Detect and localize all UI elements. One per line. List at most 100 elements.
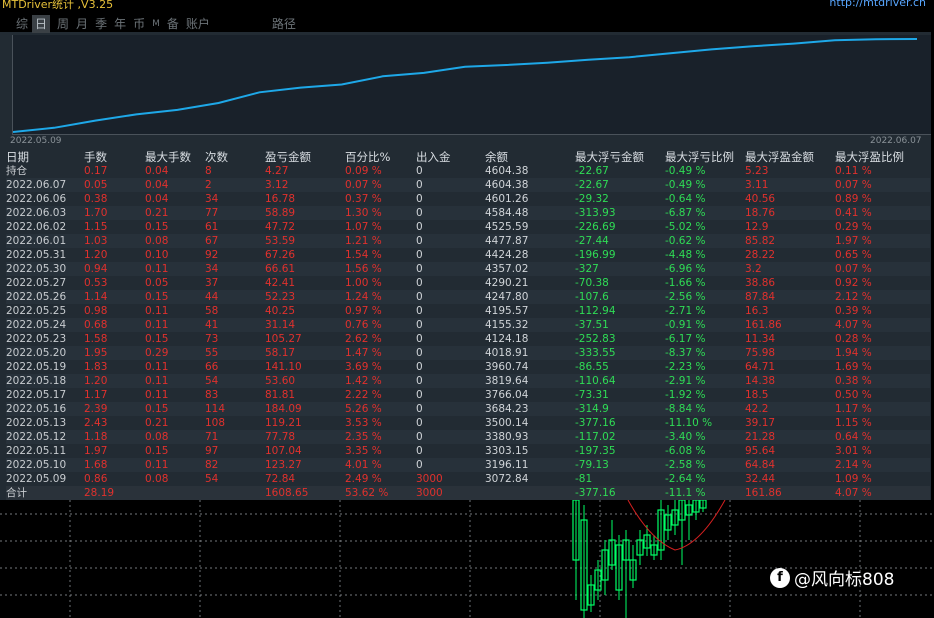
table-cell: 3500.14 <box>485 417 529 429</box>
table-cell: 2 <box>205 179 212 191</box>
table-cell: -107.6 <box>575 291 609 303</box>
table-cell: 114 <box>205 403 226 415</box>
table-cell: 0.15 <box>145 445 169 457</box>
table-cell: 77.78 <box>265 431 296 443</box>
table-cell: 53.60 <box>265 375 296 387</box>
table-cell: 2022.06.03 <box>6 207 67 219</box>
table-cell: 持仓 <box>6 165 27 177</box>
column-header: 最大浮亏比例 <box>665 150 734 164</box>
table-cell: -70.38 <box>575 277 609 289</box>
table-cell: 1.20 <box>84 249 108 261</box>
table-cell: 4604.38 <box>485 179 529 191</box>
tab-0[interactable]: 综 <box>16 15 28 33</box>
table-cell: 11.34 <box>745 333 776 345</box>
table-cell: 1.09 % <box>835 473 872 485</box>
table-cell: 16.3 <box>745 305 769 317</box>
table-cell: 0.08 <box>145 235 169 247</box>
tab-4[interactable]: 季 <box>95 15 107 33</box>
table-row: 2022.05.17 1.17 0.11 83 81.81 2.22 % 0 3766.04 -… <box>6 388 930 402</box>
column-header: 手数 <box>84 150 107 164</box>
table-row: 2022.05.27 0.53 0.05 37 42.41 1.00 % 0 4290.21 -… <box>6 276 930 290</box>
table-row: 持仓 0.17 0.04 8 4.27 0.09 % 0 4604.38 -22.67 -0.49… <box>6 164 930 178</box>
app-title: MTDriver统计 ,V3.25 <box>2 0 114 11</box>
table-cell: 2022.05.26 <box>6 291 67 303</box>
table-cell: 3072.84 <box>485 473 529 485</box>
table-cell: -112.94 <box>575 305 616 317</box>
table-cell: -226.69 <box>575 221 616 233</box>
table-cell: 0 <box>416 291 423 303</box>
watermark: f @风向标808 <box>770 565 894 590</box>
table-cell: 53.59 <box>265 235 296 247</box>
table-cell: -377.16 <box>575 417 616 429</box>
table-cell: 81.81 <box>265 389 296 401</box>
tab-path[interactable]: 路径 <box>272 15 296 33</box>
equity-curve-plot <box>12 35 931 135</box>
tab-1[interactable]: 日 <box>32 15 51 33</box>
table-cell: 18.5 <box>745 389 769 401</box>
table-cell: 1.03 <box>84 235 108 247</box>
tab-2[interactable]: 周 <box>57 15 69 33</box>
table-cell: 0.64 % <box>835 431 872 443</box>
table-cell: 108 <box>205 417 226 429</box>
table-cell: 1.17 <box>84 389 108 401</box>
table-cell: 0 <box>416 235 423 247</box>
table-cell: 105.27 <box>265 333 302 345</box>
table-cell: -81 <box>575 473 593 485</box>
table-cell: 0.97 % <box>345 305 382 317</box>
table-cell: 0.04 <box>145 179 169 191</box>
table-cell: 2022.05.24 <box>6 319 67 331</box>
table-cell: 38.86 <box>745 277 776 289</box>
table-cell: 2022.05.12 <box>6 431 67 443</box>
table-cell: 1.00 % <box>345 277 382 289</box>
table-cell: -0.64 % <box>665 193 706 205</box>
table-cell: 82 <box>205 459 219 471</box>
table-cell: 87.84 <box>745 291 776 303</box>
table-cell: 58.17 <box>265 347 296 359</box>
table-cell: 73 <box>205 333 219 345</box>
website-link[interactable]: http://mtdriver.cn <box>829 0 926 9</box>
table-cell: 3766.04 <box>485 389 529 401</box>
table-cell: 0.21 <box>145 417 169 429</box>
table-cell: -22.67 <box>575 179 609 191</box>
table-cell: 2022.06.01 <box>6 235 67 247</box>
table-cell: 0.53 <box>84 277 108 289</box>
table-cell: 1.15 <box>84 221 108 233</box>
table-cell: -333.55 <box>575 347 616 359</box>
tab-7[interactable]: M <box>152 15 160 33</box>
column-header: 百分比% <box>345 150 391 164</box>
tab-5[interactable]: 年 <box>114 15 126 33</box>
tab-3[interactable]: 月 <box>76 15 88 33</box>
column-header: 最大浮盈比例 <box>835 150 904 164</box>
table-cell: 40.25 <box>265 305 296 317</box>
table-cell: 0.04 <box>145 165 169 177</box>
table-cell: -117.02 <box>575 431 616 443</box>
table-cell: 0.50 % <box>835 389 872 401</box>
table-cell: 0.10 <box>145 249 169 261</box>
table-cell: 92 <box>205 249 219 261</box>
table-cell: 2.49 % <box>345 473 382 485</box>
table-cell: 3.01 % <box>835 445 872 457</box>
table-row: 2022.06.03 1.70 0.21 77 58.89 1.30 % 0 4584.48 -… <box>6 206 930 220</box>
table-cell: -6.17 % <box>665 333 706 345</box>
table-cell: 0 <box>416 165 423 177</box>
table-cell: 54 <box>205 375 219 387</box>
table-cell: -79.13 <box>575 459 609 471</box>
tab-6[interactable]: 币 <box>133 15 145 33</box>
table-cell: -2.23 % <box>665 361 706 373</box>
table-cell: -377.16 <box>575 487 616 499</box>
table-cell: 0.07 % <box>835 263 872 275</box>
table-cell: 1.97 <box>84 445 108 457</box>
column-header: 最大浮亏金额 <box>575 150 644 164</box>
table-row: 2022.06.06 0.38 0.04 34 16.78 0.37 % 0 4601.26 -… <box>6 192 930 206</box>
tab-8[interactable]: 备 <box>167 15 179 33</box>
table-cell: 1.83 <box>84 361 108 373</box>
table-cell: 42.41 <box>265 277 296 289</box>
table-cell: -27.44 <box>575 235 609 247</box>
table-cell: -2.56 % <box>665 291 706 303</box>
table-cell: 0.11 <box>145 459 169 471</box>
equity-curve-path <box>12 38 918 133</box>
table-cell: -1.66 % <box>665 277 706 289</box>
table-cell: 0.15 <box>145 291 169 303</box>
tab-9[interactable]: 账户 <box>186 15 210 33</box>
table-cell: -4.48 % <box>665 249 706 261</box>
